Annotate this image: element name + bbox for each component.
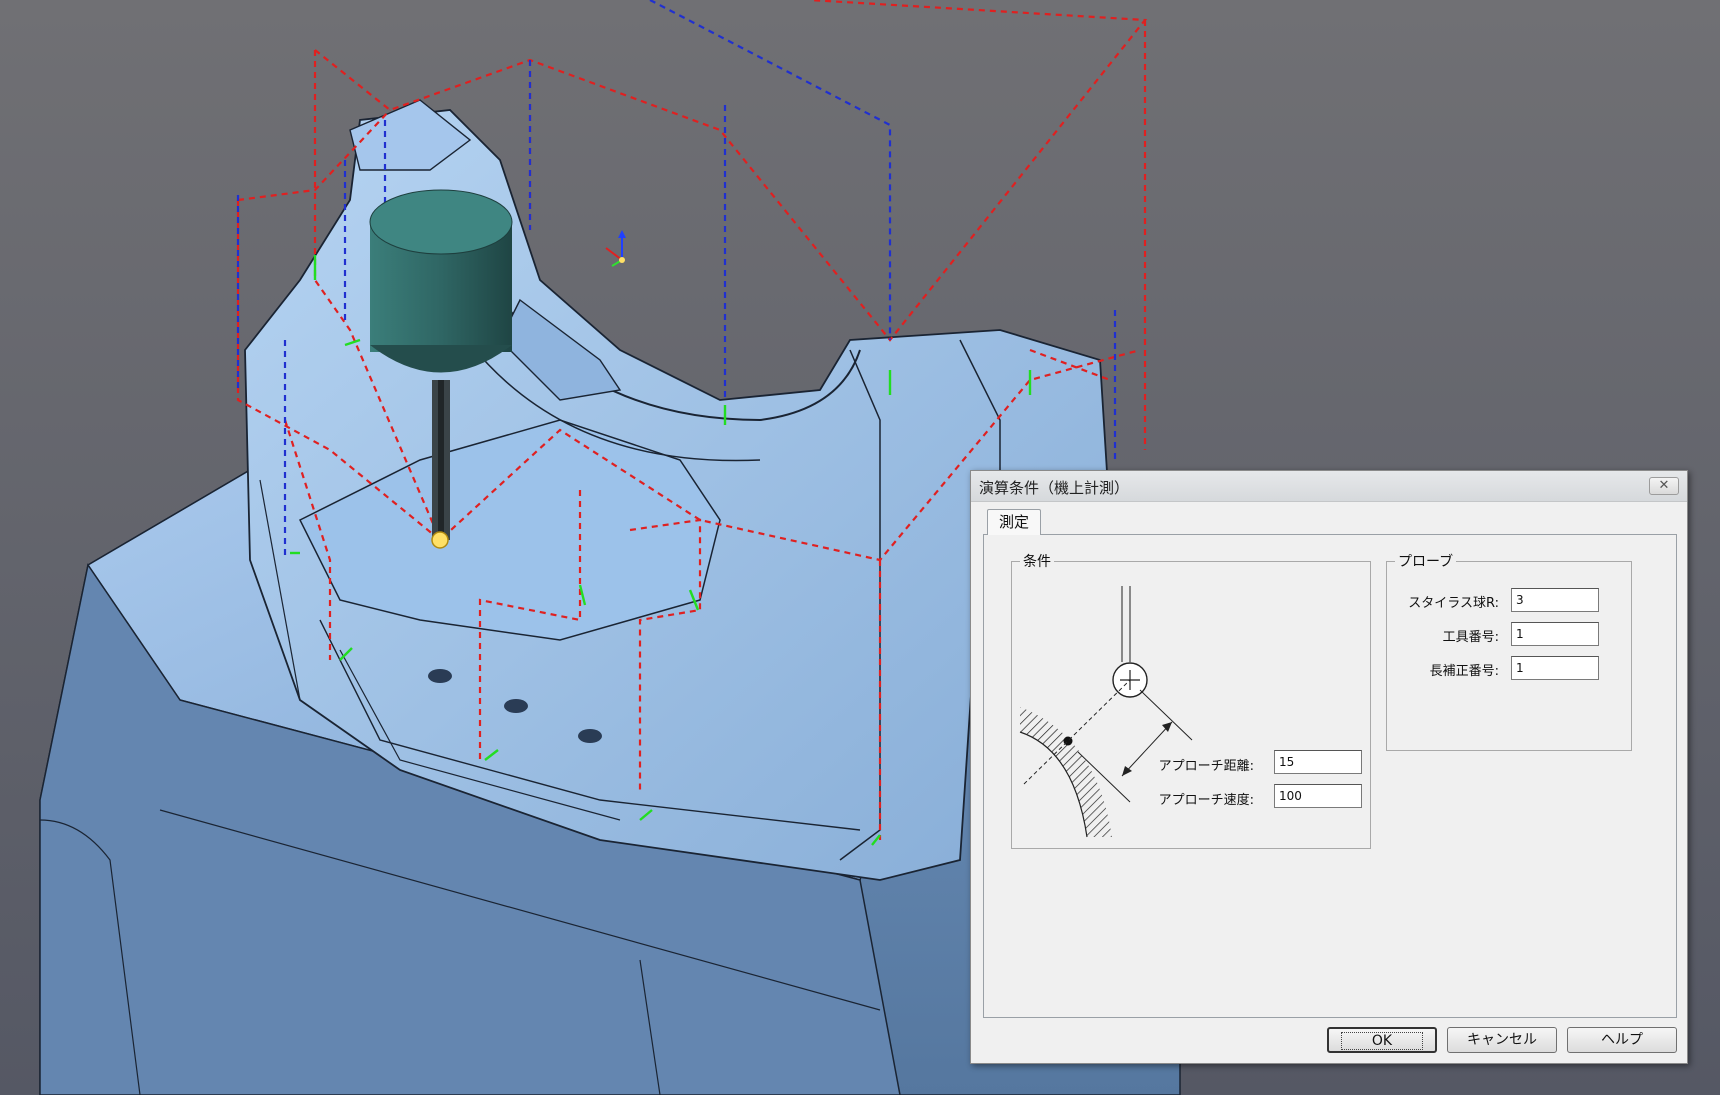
approach-distance-input[interactable] — [1274, 750, 1362, 774]
probe-group-title: プローブ — [1395, 551, 1457, 571]
length-offset-input[interactable] — [1511, 656, 1599, 680]
tool-number-input[interactable] — [1511, 622, 1599, 646]
approach-speed-input[interactable] — [1274, 784, 1362, 808]
stylus-radius-input[interactable] — [1511, 588, 1599, 612]
ok-button-label: OK — [1340, 1032, 1424, 1050]
close-icon[interactable]: ✕ — [1649, 477, 1679, 495]
probe-group: プローブ スタイラス球R: 工具番号: 長補正番号: — [1386, 551, 1632, 751]
calculation-conditions-dialog: 演算条件（機上計測） ✕ 測定 条件 アプローチ距離: 15 アプローチ速度: … — [970, 470, 1688, 1064]
tab-measurement[interactable]: 測定 — [987, 509, 1041, 535]
dialog-title: 演算条件（機上計測） — [979, 479, 1130, 497]
conditions-group: 条件 アプローチ距離: 15 アプローチ速度: 100 — [1011, 551, 1371, 849]
cancel-button[interactable]: キャンセル — [1447, 1027, 1557, 1053]
approach-distance-label: アプローチ距離: — [1158, 759, 1254, 774]
ok-button[interactable]: OK — [1327, 1027, 1437, 1053]
tab-panel: 条件 アプローチ距離: 15 アプローチ速度: 100 プローブ スタイラス球R… — [983, 534, 1677, 1018]
approach-speed-label: アプローチ速度: — [1158, 793, 1254, 808]
help-button[interactable]: ヘルプ — [1567, 1027, 1677, 1053]
stylus-radius-label: スタイラス球R: — [1408, 596, 1499, 611]
tool-number-label: 工具番号: — [1442, 630, 1499, 645]
length-offset-label: 長補正番号: — [1429, 664, 1499, 679]
dialog-titlebar[interactable]: 演算条件（機上計測） ✕ — [971, 471, 1687, 502]
